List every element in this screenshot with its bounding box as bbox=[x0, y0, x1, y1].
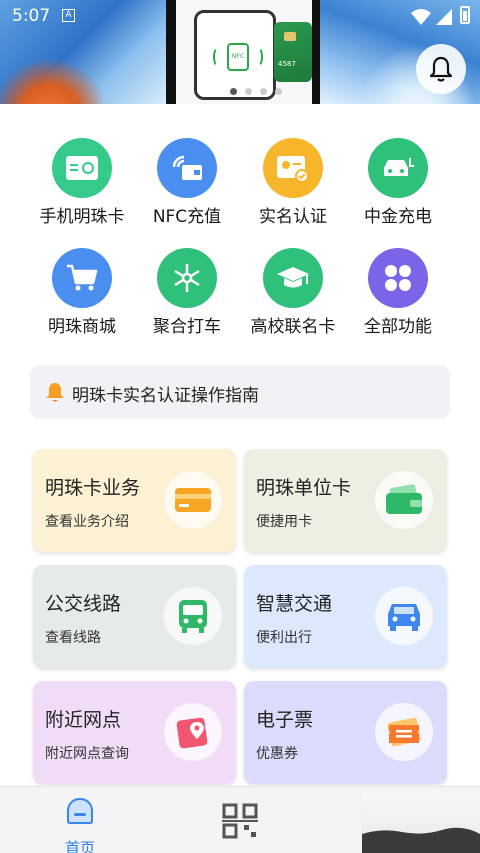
carousel-dot[interactable] bbox=[260, 88, 267, 95]
service-card-mingzhu-business[interactable]: 明珠卡业务 查看业务介绍 bbox=[33, 449, 236, 552]
status-bar: 5:07 A bbox=[0, 0, 480, 32]
battery-icon bbox=[460, 6, 470, 24]
signal-icon bbox=[436, 9, 452, 25]
quick-item-label: 高校联名卡 bbox=[250, 317, 336, 337]
carousel-dot[interactable] bbox=[230, 88, 237, 95]
quick-item-label: 聚合打车 bbox=[153, 317, 221, 337]
quick-item-label: 实名认证 bbox=[259, 207, 327, 227]
card-icon bbox=[52, 138, 112, 198]
quick-item-college-card[interactable]: 高校联名卡 bbox=[238, 248, 348, 348]
quick-item-charging[interactable]: 中金充电 bbox=[343, 138, 453, 238]
notice-banner[interactable]: 明珠卡实名认证操作指南 bbox=[30, 365, 450, 419]
service-card-title: 智慧交通 bbox=[256, 593, 333, 615]
status-time: 5:07 bbox=[12, 6, 51, 26]
service-card-subtitle: 优惠券 bbox=[256, 746, 298, 762]
nav-scan-code[interactable] bbox=[216, 797, 264, 845]
service-card-smart-traffic[interactable]: 智慧交通 便利出行 bbox=[244, 565, 447, 668]
quick-item-label: 明珠商城 bbox=[48, 317, 116, 337]
charging-car-icon bbox=[368, 138, 428, 198]
carousel-dots bbox=[230, 88, 282, 95]
service-card-title: 附近网点 bbox=[45, 709, 122, 731]
bus-icon bbox=[164, 587, 222, 645]
service-card-title: 明珠单位卡 bbox=[256, 477, 352, 499]
cart-icon bbox=[52, 248, 112, 308]
service-card-title: 电子票 bbox=[256, 709, 314, 731]
service-card-e-ticket[interactable]: 电子票 优惠券 bbox=[244, 681, 447, 784]
nfc-wallet-icon bbox=[157, 138, 217, 198]
service-card-unit-card[interactable]: 明珠单位卡 便捷用卡 bbox=[244, 449, 447, 552]
card-icon bbox=[164, 471, 222, 529]
graduation-cap-icon bbox=[263, 248, 323, 308]
ticket-icon bbox=[375, 703, 433, 761]
map-pin-icon bbox=[164, 703, 222, 761]
service-card-bus-lines[interactable]: 公交线路 查看线路 bbox=[33, 565, 236, 668]
service-card-nearby-outlets[interactable]: 附近网点 附近网点查询 bbox=[33, 681, 236, 784]
quick-item-label: 手机明珠卡 bbox=[39, 207, 125, 227]
quick-item-mall[interactable]: 明珠商城 bbox=[27, 248, 137, 348]
nfc-label: NFC bbox=[227, 43, 249, 71]
service-card-title: 明珠卡业务 bbox=[45, 477, 141, 499]
home-icon bbox=[67, 797, 93, 824]
service-card-subtitle: 便捷用卡 bbox=[256, 514, 312, 530]
bell-icon bbox=[429, 56, 453, 82]
network-icon bbox=[157, 248, 217, 308]
qr-code-icon bbox=[222, 803, 258, 839]
quick-item-label: 全部功能 bbox=[364, 317, 432, 337]
notice-text: 明珠卡实名认证操作指南 bbox=[72, 386, 259, 406]
wallet-icon bbox=[375, 471, 433, 529]
service-card-subtitle: 附近网点查询 bbox=[45, 746, 129, 762]
quick-item-label: NFC充值 bbox=[152, 207, 222, 227]
all-apps-icon bbox=[368, 248, 428, 308]
wifi-icon bbox=[411, 9, 431, 25]
quick-item-mobile-card[interactable]: 手机明珠卡 bbox=[27, 138, 137, 238]
quick-item-nfc-recharge[interactable]: NFC充值 bbox=[132, 138, 242, 238]
card-number: 4587 bbox=[278, 60, 296, 68]
quick-item-real-name[interactable]: 实名认证 bbox=[238, 138, 348, 238]
quick-item-taxi[interactable]: 聚合打车 bbox=[132, 248, 242, 348]
carousel-dot[interactable] bbox=[245, 88, 252, 95]
id-card-icon bbox=[263, 138, 323, 198]
quick-item-all-functions[interactable]: 全部功能 bbox=[343, 248, 453, 348]
nav-home[interactable]: 首页 bbox=[48, 795, 112, 853]
bell-icon bbox=[46, 383, 64, 402]
floating-thumbnail bbox=[362, 794, 480, 853]
notification-badge-icon: A bbox=[62, 9, 75, 22]
notifications-button[interactable] bbox=[416, 44, 466, 94]
service-card-subtitle: 便利出行 bbox=[256, 630, 312, 646]
service-card-subtitle: 查看业务介绍 bbox=[45, 514, 129, 530]
carousel-dot[interactable] bbox=[275, 88, 282, 95]
service-card-subtitle: 查看线路 bbox=[45, 630, 101, 646]
nav-home-label: 首页 bbox=[64, 839, 95, 853]
quick-item-label: 中金充电 bbox=[364, 207, 432, 227]
car-icon bbox=[375, 587, 433, 645]
service-card-title: 公交线路 bbox=[45, 593, 122, 615]
